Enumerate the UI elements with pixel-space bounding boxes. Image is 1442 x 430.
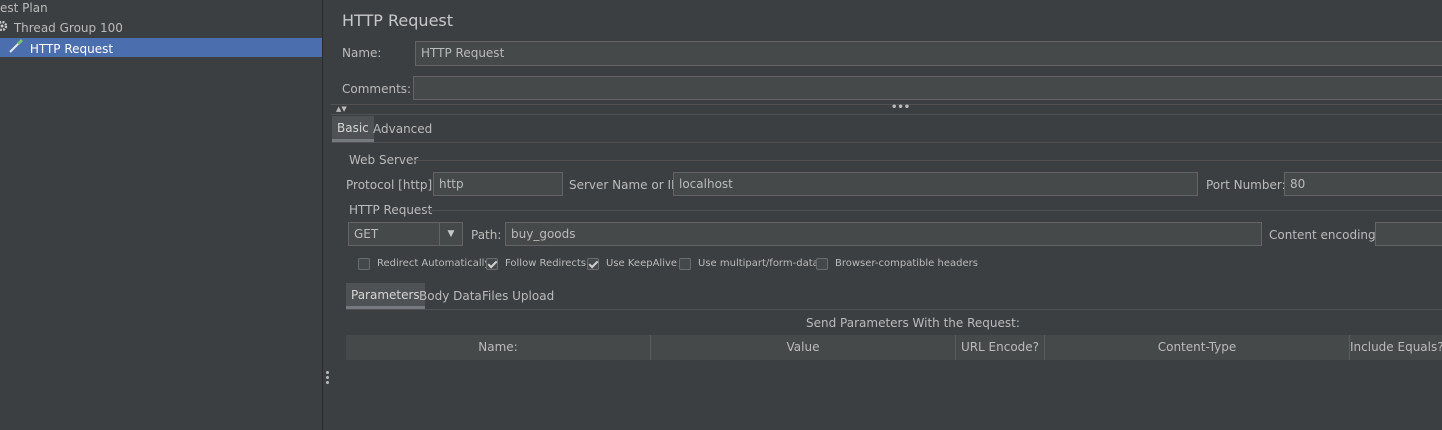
use-keepalive-label: Use KeepAlive	[606, 258, 678, 269]
browser-compatible-headers-label: Browser-compatible headers	[835, 258, 978, 269]
gear-icon	[0, 19, 8, 38]
tree-item-label: Thread Group 100	[13, 21, 123, 35]
browser-compatible-headers-checkbox[interactable]	[816, 258, 828, 270]
column-header-content-type[interactable]: Content-Type	[1045, 335, 1350, 360]
http-request-panel: HTTP Request Name: HTTP Request Comments…	[331, 0, 1442, 430]
follow-redirects-checkbox[interactable]	[486, 258, 498, 270]
use-keepalive-checkbox[interactable]	[587, 258, 599, 270]
port-number-label: Port Number:	[1206, 178, 1286, 192]
grip-dot	[326, 376, 329, 379]
chevron-down-icon[interactable]: ▼	[439, 223, 462, 245]
path-label: Path:	[471, 228, 502, 242]
redirect-automatically-checkbox[interactable]	[358, 258, 370, 270]
drag-handle-icon[interactable]: •••	[891, 102, 910, 113]
group-border	[411, 160, 1442, 161]
comments-field[interactable]	[413, 76, 1442, 100]
column-header-name[interactable]: Name:	[346, 335, 651, 360]
use-multipart-label: Use multipart/form-data	[698, 258, 819, 269]
port-number-field[interactable]: 80	[1284, 172, 1442, 196]
content-encoding-label: Content encoding:	[1269, 228, 1380, 242]
protocol-field[interactable]: http	[433, 172, 563, 196]
server-name-field[interactable]: localhost	[673, 172, 1198, 196]
split-pane-divider[interactable]	[322, 0, 331, 430]
redirect-automatically-label: Redirect Automatically	[377, 258, 491, 269]
group-border	[425, 210, 1442, 211]
grip-dot	[326, 371, 329, 374]
tree-item-thread-group[interactable]: Thread Group 100	[0, 19, 123, 38]
content-encoding-field[interactable]	[1375, 222, 1442, 246]
divider	[331, 114, 1442, 115]
comments-label: Comments:	[342, 82, 412, 96]
tab-files-upload[interactable]: Files Upload	[477, 283, 559, 309]
path-field[interactable]: buy_goods	[505, 222, 1262, 246]
tree-item-label: est Plan	[0, 1, 48, 15]
tree-item-http-request[interactable]: HTTP Request	[0, 38, 322, 57]
grip-dot	[326, 381, 329, 384]
method-value: GET	[354, 227, 379, 241]
http-request-title: HTTP Request	[349, 203, 433, 217]
column-header-url-encode[interactable]: URL Encode?	[956, 335, 1045, 360]
divider	[331, 142, 1442, 143]
web-server-title: Web Server	[349, 153, 419, 167]
name-field[interactable]: HTTP Request	[415, 41, 1442, 66]
tree-item-test-plan[interactable]: est Plan	[0, 0, 48, 18]
tab-advanced[interactable]: Advanced	[368, 116, 437, 142]
panel-title: HTTP Request	[342, 11, 454, 30]
test-plan-tree[interactable]: est Plan Thread Group 100 HTTP Request	[0, 0, 322, 430]
column-header-value[interactable]: Value	[651, 335, 956, 360]
column-header-include-equals[interactable]: Include Equals?	[1350, 335, 1442, 360]
params-table-caption: Send Parameters With the Request:	[806, 316, 1020, 330]
divider	[346, 309, 1442, 310]
sampler-pipette-icon	[8, 38, 24, 60]
follow-redirects-label: Follow Redirects	[505, 258, 586, 269]
tab-parameters[interactable]: Parameters	[346, 283, 425, 309]
tab-body-data[interactable]: Body Data	[414, 283, 487, 309]
method-select[interactable]: GET ▼	[348, 222, 463, 246]
use-multipart-checkbox[interactable]	[679, 258, 691, 270]
tree-item-label: HTTP Request	[29, 41, 114, 56]
protocol-label: Protocol [http]:	[346, 178, 437, 192]
name-label: Name:	[342, 46, 382, 60]
server-name-label: Server Name or IP:	[569, 178, 683, 192]
divider	[331, 104, 1442, 105]
collapse-arrows-icon[interactable]: ▲▼	[336, 105, 347, 113]
